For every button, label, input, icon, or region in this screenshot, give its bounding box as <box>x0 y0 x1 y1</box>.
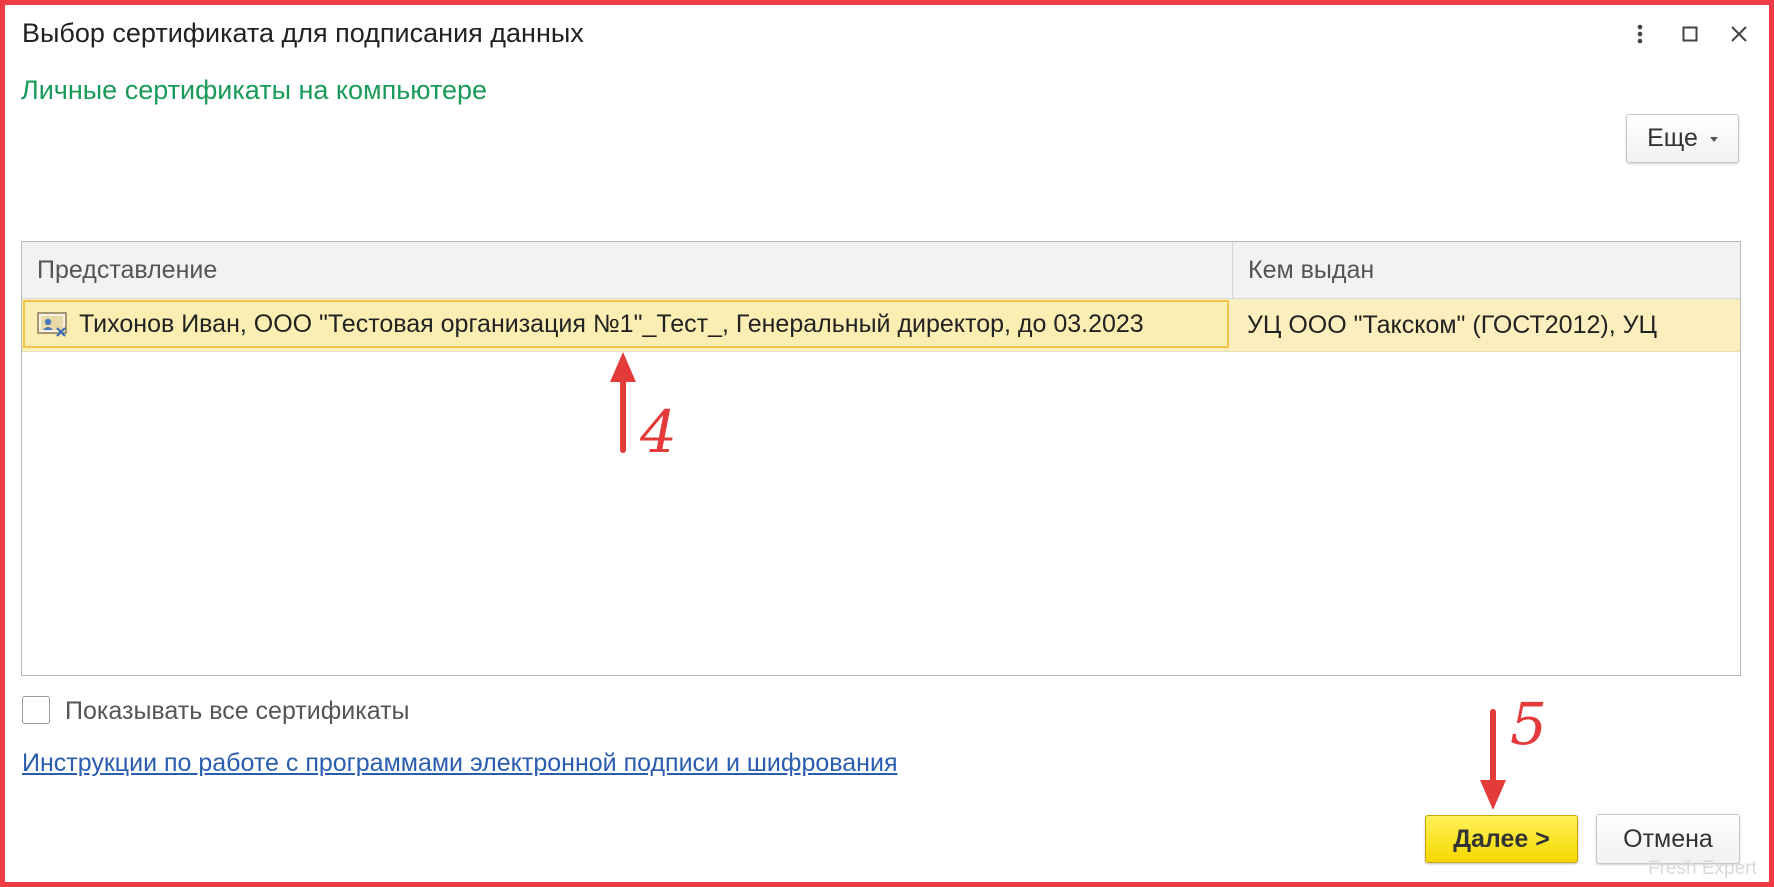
column-divider <box>1232 242 1233 298</box>
window-title: Выбор сертификата для подписания данных <box>22 18 584 48</box>
more-button[interactable]: Еще <box>1626 114 1739 163</box>
close-icon[interactable] <box>1725 20 1753 48</box>
table-row[interactable]: Тихонов Иван, ООО "Тестовая организация … <box>22 299 1740 352</box>
watermark: Fresh Expert <box>1648 858 1757 879</box>
table-header: Представление Кем выдан <box>22 242 1740 299</box>
more-options-icon[interactable] <box>1626 20 1654 48</box>
certificate-icon <box>37 312 67 337</box>
cell-presentation[interactable]: Тихонов Иван, ООО "Тестовая организация … <box>23 300 1229 348</box>
column-header-presentation[interactable]: Представление <box>37 242 217 298</box>
show-all-label[interactable]: Показывать все сертификаты <box>65 697 410 726</box>
annotation-step-4: 4 <box>640 398 677 466</box>
instructions-link[interactable]: Инструкции по работе с программами элект… <box>22 749 897 778</box>
certificate-presentation: Тихонов Иван, ООО "Тестовая организация … <box>79 309 1144 338</box>
show-all-checkbox[interactable] <box>22 696 50 724</box>
column-header-issuer[interactable]: Кем выдан <box>1248 242 1374 298</box>
annotation-arrow-down-icon <box>1480 709 1506 810</box>
section-title: Личные сертификаты на компьютере <box>21 75 488 105</box>
certificate-issuer[interactable]: УЦ ООО "Такском" (ГОСТ2012), УЦ <box>1247 299 1657 351</box>
annotation-step-5: 5 <box>1510 690 1547 758</box>
next-button[interactable]: Далее > <box>1425 815 1578 863</box>
maximize-icon[interactable] <box>1676 20 1704 48</box>
certificates-table[interactable]: Представление Кем выдан Тихонов Иван, ОО… <box>21 241 1741 676</box>
chevron-down-icon <box>1709 137 1718 142</box>
cancel-button[interactable]: Отмена <box>1596 814 1740 864</box>
more-button-label: Еще <box>1647 124 1698 152</box>
